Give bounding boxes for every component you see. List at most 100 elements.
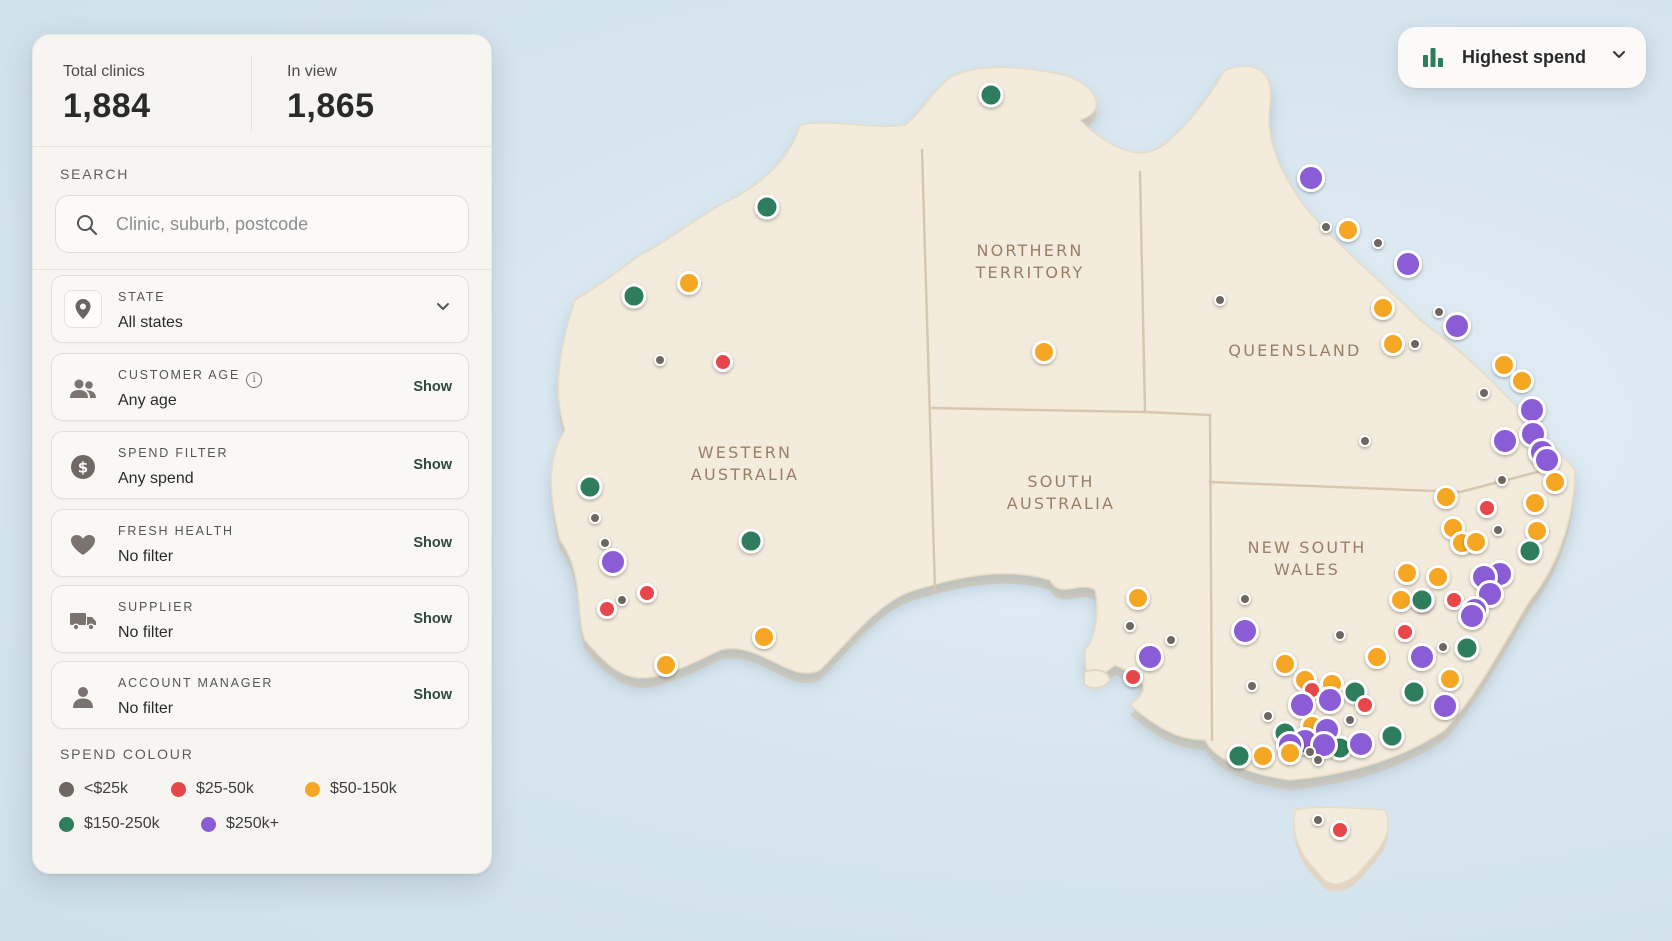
clinic-marker[interactable] xyxy=(637,583,657,603)
clinic-marker[interactable] xyxy=(738,528,764,554)
clinic-marker[interactable] xyxy=(1401,679,1427,705)
supplier-show-button[interactable]: Show xyxy=(413,611,452,627)
clinic-marker[interactable] xyxy=(713,352,733,372)
clinic-marker[interactable] xyxy=(1431,692,1459,720)
clinic-marker[interactable] xyxy=(1458,602,1486,630)
clinic-marker[interactable] xyxy=(1492,524,1504,536)
account-manager-show-button[interactable]: Show xyxy=(413,687,452,703)
sort-dropdown[interactable]: Highest spend xyxy=(1398,27,1646,88)
clinic-marker[interactable] xyxy=(1165,634,1177,646)
clinic-marker[interactable] xyxy=(677,271,701,295)
clinic-marker[interactable] xyxy=(1304,746,1316,758)
clinic-marker[interactable] xyxy=(1434,485,1458,509)
clinic-marker[interactable] xyxy=(1464,530,1488,554)
clinic-marker[interactable] xyxy=(1239,593,1251,605)
clinic-marker[interactable] xyxy=(1408,643,1436,671)
clinic-marker[interactable] xyxy=(1136,643,1164,671)
clinic-marker[interactable] xyxy=(1273,652,1297,676)
clinic-marker[interactable] xyxy=(1359,435,1371,447)
clinic-marker[interactable] xyxy=(1297,164,1325,192)
state-label-qld: QUEENSLAND xyxy=(1228,341,1361,360)
clinic-marker[interactable] xyxy=(1395,561,1419,585)
clinic-marker[interactable] xyxy=(1372,237,1384,249)
search-field[interactable] xyxy=(55,195,469,253)
clinic-marker[interactable] xyxy=(577,474,603,500)
clinic-marker[interactable] xyxy=(1443,312,1471,340)
clinic-marker[interactable] xyxy=(1124,620,1136,632)
clinic-marker[interactable] xyxy=(616,594,628,606)
account-manager-filter[interactable]: ACCOUNT MANAGER No filter Show xyxy=(51,661,469,729)
clinic-marker[interactable] xyxy=(1355,695,1375,715)
clinic-marker[interactable] xyxy=(1394,250,1422,278)
clinic-marker[interactable] xyxy=(1438,667,1462,691)
clinic-marker[interactable] xyxy=(1320,221,1332,233)
clinic-marker[interactable] xyxy=(1496,474,1508,486)
clinic-marker[interactable] xyxy=(1336,218,1360,242)
clinic-marker[interactable] xyxy=(1409,338,1421,350)
legend-label: $25-50k xyxy=(196,780,254,797)
clinic-marker[interactable] xyxy=(1454,635,1480,661)
clinic-marker[interactable] xyxy=(1330,820,1350,840)
clinic-marker[interactable] xyxy=(1379,723,1405,749)
clinic-marker[interactable] xyxy=(1389,588,1413,612)
clinic-marker[interactable] xyxy=(1518,396,1546,424)
clinic-marker[interactable] xyxy=(654,354,666,366)
clinic-marker[interactable] xyxy=(1523,491,1547,515)
clinic-marker[interactable] xyxy=(1334,629,1346,641)
clinic-marker[interactable] xyxy=(1543,470,1567,494)
clinic-marker[interactable] xyxy=(1426,565,1450,589)
clinic-marker[interactable] xyxy=(1123,667,1143,687)
clinic-marker[interactable] xyxy=(1312,814,1324,826)
clinic-marker[interactable] xyxy=(1492,353,1516,377)
clinic-marker[interactable] xyxy=(1478,387,1490,399)
customer-age-filter[interactable]: CUSTOMER AGE i Any age Show xyxy=(51,353,469,421)
clinic-marker[interactable] xyxy=(1365,645,1389,669)
clinic-marker[interactable] xyxy=(752,625,776,649)
clinic-marker[interactable] xyxy=(1381,332,1405,356)
fresh-health-filter[interactable]: FRESH HEALTH No filter Show xyxy=(51,509,469,577)
clinic-marker[interactable] xyxy=(1126,586,1150,610)
clinic-marker[interactable] xyxy=(1288,691,1316,719)
clinic-marker[interactable] xyxy=(599,537,611,549)
clinic-marker[interactable] xyxy=(1433,306,1445,318)
clinic-marker[interactable] xyxy=(1214,294,1226,306)
clinic-marker[interactable] xyxy=(589,512,601,524)
clinic-marker[interactable] xyxy=(1533,446,1561,474)
clinic-marker[interactable] xyxy=(1517,538,1543,564)
supplier-filter[interactable]: SUPPLIER No filter Show xyxy=(51,585,469,653)
chevron-down-icon[interactable] xyxy=(436,302,450,312)
clinic-marker[interactable] xyxy=(1347,730,1375,758)
clinic-marker[interactable] xyxy=(1262,710,1274,722)
clinic-marker[interactable] xyxy=(1344,714,1356,726)
info-icon[interactable]: i xyxy=(246,372,263,388)
clinic-marker[interactable] xyxy=(1409,587,1435,613)
clinic-marker[interactable] xyxy=(978,82,1004,108)
clinic-marker[interactable] xyxy=(1510,369,1534,393)
customer-age-show-button[interactable]: Show xyxy=(413,379,452,395)
clinic-marker[interactable] xyxy=(1491,427,1519,455)
clinic-marker[interactable] xyxy=(621,283,647,309)
clinic-marker[interactable] xyxy=(1437,641,1449,653)
clinic-marker[interactable] xyxy=(1251,744,1275,768)
clinic-marker[interactable] xyxy=(1444,590,1464,610)
clinic-marker[interactable] xyxy=(654,653,678,677)
search-input[interactable] xyxy=(116,196,446,252)
clinic-marker[interactable] xyxy=(1278,741,1302,765)
clinic-marker[interactable] xyxy=(1395,622,1415,642)
clinic-marker[interactable] xyxy=(597,599,617,619)
fresh-health-show-button[interactable]: Show xyxy=(413,535,452,551)
spend-filter[interactable]: $ SPEND FILTER Any spend Show xyxy=(51,431,469,499)
spend-filter-show-button[interactable]: Show xyxy=(413,457,452,473)
clinic-marker[interactable] xyxy=(1477,498,1497,518)
clinic-marker[interactable] xyxy=(1316,686,1344,714)
clinic-marker[interactable] xyxy=(1312,754,1324,766)
clinic-marker[interactable] xyxy=(1246,680,1258,692)
clinic-marker[interactable] xyxy=(1371,296,1395,320)
clinic-marker[interactable] xyxy=(1032,340,1056,364)
clinic-marker[interactable] xyxy=(1525,519,1549,543)
clinic-marker[interactable] xyxy=(754,194,780,220)
clinic-marker[interactable] xyxy=(1231,617,1259,645)
clinic-marker[interactable] xyxy=(1226,743,1252,769)
state-filter[interactable]: STATE All states xyxy=(51,275,469,343)
clinic-marker[interactable] xyxy=(599,548,627,576)
